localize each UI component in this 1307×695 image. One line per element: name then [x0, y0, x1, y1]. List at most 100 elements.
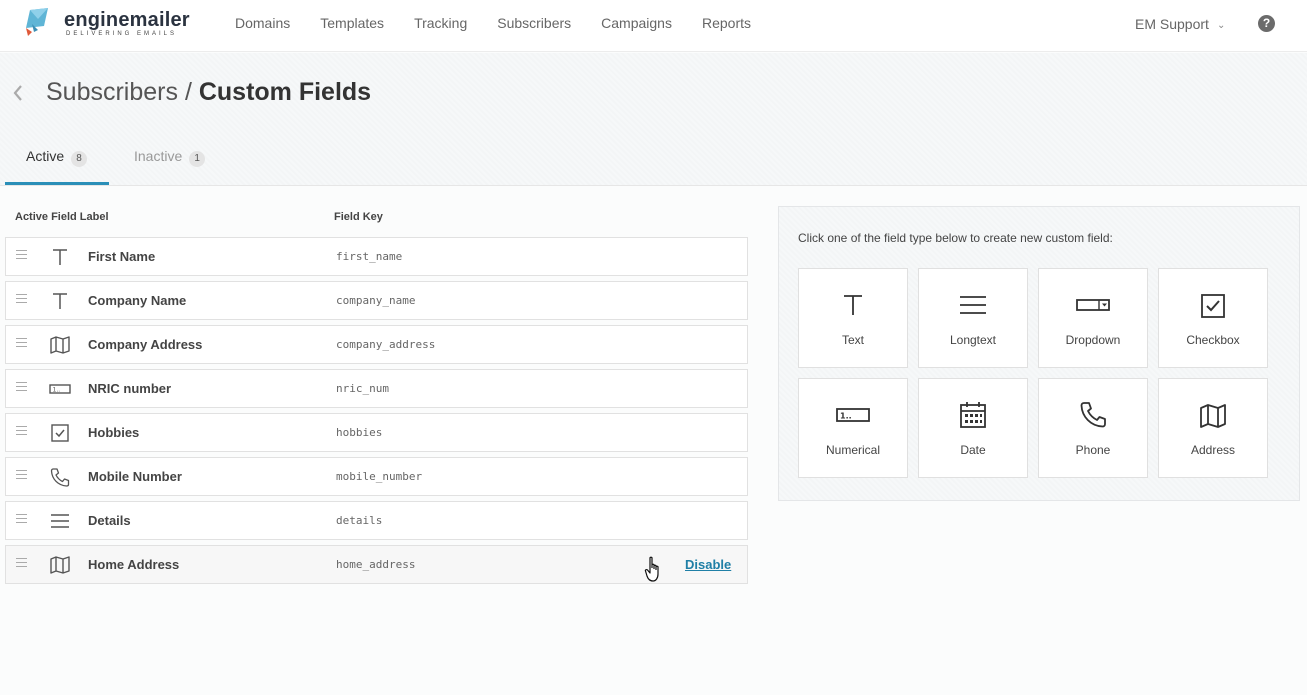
field-label: First Name [88, 249, 156, 264]
tab-active-count: 8 [71, 151, 88, 167]
tab-inactive-label: Inactive [134, 148, 183, 164]
field-label: Company Address [88, 337, 203, 352]
nav-campaigns[interactable]: Campaigns [601, 15, 672, 31]
type-card-label: Text [841, 333, 864, 347]
chevron-down-icon: ⌄ [1216, 20, 1226, 31]
drag-handle-icon[interactable] [16, 558, 27, 570]
date-icon [960, 402, 986, 428]
breadcrumb-current: Custom Fields [198, 78, 372, 106]
field-key: nric_num [336, 382, 389, 395]
field-key: home_address [336, 558, 416, 571]
type-card-label: Longtext [949, 333, 997, 347]
field-key: company_address [336, 338, 436, 351]
drag-handle-icon[interactable] [16, 470, 27, 482]
field-label: Mobile Number [88, 469, 182, 484]
field-label: Company Name [88, 293, 187, 308]
page-title: Subscribers / Custom Fields [46, 78, 371, 107]
field-row[interactable]: Hobbies hobbies [5, 413, 748, 452]
checkbox-icon [1201, 294, 1225, 318]
type-card-date[interactable]: Date [918, 378, 1028, 478]
logo-tagline: DELIVERING EMAILS [66, 31, 178, 37]
field-row[interactable]: First Name first_name [5, 237, 748, 276]
dropdown-icon [1076, 299, 1110, 311]
tab-inactive[interactable]: Inactive 1 [134, 148, 206, 167]
map-icon [50, 556, 70, 574]
longtext-icon [960, 296, 986, 314]
hand-cursor-icon [644, 556, 659, 582]
active-tab-indicator [5, 182, 109, 185]
text-icon [53, 249, 67, 265]
drag-handle-icon[interactable] [16, 514, 27, 526]
field-key: mobile_number [336, 470, 423, 483]
drag-handle-icon[interactable] [16, 426, 27, 438]
field-label: Hobbies [88, 425, 140, 440]
type-card-label: Numerical [825, 443, 880, 457]
back-chevron-icon[interactable] [10, 82, 26, 104]
type-card-numerical[interactable]: 1.. Numerical [798, 378, 908, 478]
column-header-key: Field Key [334, 211, 383, 223]
logo-icon [26, 8, 48, 36]
field-label: Details [88, 513, 131, 528]
field-row[interactable]: Home Address home_address Disable [5, 545, 748, 584]
drag-handle-icon[interactable] [16, 250, 27, 262]
longtext-icon [51, 514, 69, 528]
column-header-label: Active Field Label [15, 211, 109, 223]
tab-active-label: Active [26, 148, 65, 164]
checkbox-icon [51, 424, 69, 442]
type-card-label: Address [1190, 443, 1236, 457]
field-row[interactable]: Mobile Number mobile_number [5, 457, 748, 496]
map-icon [1200, 404, 1226, 428]
breadcrumb-subscribers[interactable]: Subscribers [46, 78, 178, 106]
type-card-longtext[interactable]: Longtext [918, 268, 1028, 368]
top-navbar: enginemailer DELIVERING EMAILS Domains T… [0, 0, 1307, 52]
drag-handle-icon[interactable] [16, 338, 27, 350]
text-icon [53, 293, 67, 309]
svg-text:1..: 1.. [53, 387, 61, 394]
account-menu[interactable]: EM Support ⌄ [1135, 16, 1225, 32]
type-card-phone[interactable]: Phone [1038, 378, 1148, 478]
field-row[interactable]: Company Name company_name [5, 281, 748, 320]
nav-domains[interactable]: Domains [235, 15, 290, 31]
nav-tracking[interactable]: Tracking [414, 15, 467, 31]
numerical-icon: 1.. [836, 408, 870, 422]
account-name: EM Support [1135, 16, 1209, 32]
field-row[interactable]: Company Address company_address [5, 325, 748, 364]
map-icon [50, 336, 70, 354]
phone-icon [50, 468, 70, 487]
field-key: hobbies [336, 426, 383, 439]
nav-subscribers[interactable]: Subscribers [497, 15, 571, 31]
nav-templates[interactable]: Templates [320, 15, 384, 31]
type-card-label: Dropdown [1065, 333, 1121, 347]
type-card-label: Date [960, 443, 986, 457]
enginemailer-logo[interactable]: enginemailer DELIVERING EMAILS [18, 6, 190, 42]
field-row[interactable]: 1.. NRIC number nric_num [5, 369, 748, 408]
type-card-dropdown[interactable]: Dropdown [1038, 268, 1148, 368]
drag-handle-icon[interactable] [16, 294, 27, 306]
drag-handle-icon[interactable] [16, 382, 27, 394]
type-card-label: Phone [1075, 443, 1111, 457]
type-card-address[interactable]: Address [1158, 378, 1268, 478]
panel-instruction: Click one of the field type below to cre… [798, 231, 1113, 245]
main-nav: Domains Templates Tracking Subscribers C… [235, 15, 781, 31]
logo-text: enginemailer [64, 9, 190, 31]
tab-active[interactable]: Active 8 [26, 148, 88, 167]
numerical-icon: 1.. [49, 384, 71, 394]
help-icon[interactable]: ? [1258, 15, 1275, 32]
phone-icon [1080, 402, 1106, 428]
field-label: NRIC number [88, 381, 172, 396]
field-row[interactable]: Details details [5, 501, 748, 540]
type-card-checkbox[interactable]: Checkbox [1158, 268, 1268, 368]
disable-link[interactable]: Disable [685, 557, 731, 572]
type-card-label: Checkbox [1186, 333, 1240, 347]
breadcrumb-separator: / [178, 78, 199, 106]
svg-text:1..: 1.. [840, 412, 852, 421]
type-card-text[interactable]: Text [798, 268, 908, 368]
nav-reports[interactable]: Reports [702, 15, 751, 31]
field-key: company_name [336, 294, 416, 307]
tab-inactive-count: 1 [189, 151, 206, 167]
field-key: details [336, 514, 383, 527]
text-icon [844, 295, 862, 315]
field-label: Home Address [88, 557, 180, 572]
field-key: first_name [336, 250, 403, 263]
field-type-panel: Click one of the field type below to cre… [778, 206, 1300, 501]
